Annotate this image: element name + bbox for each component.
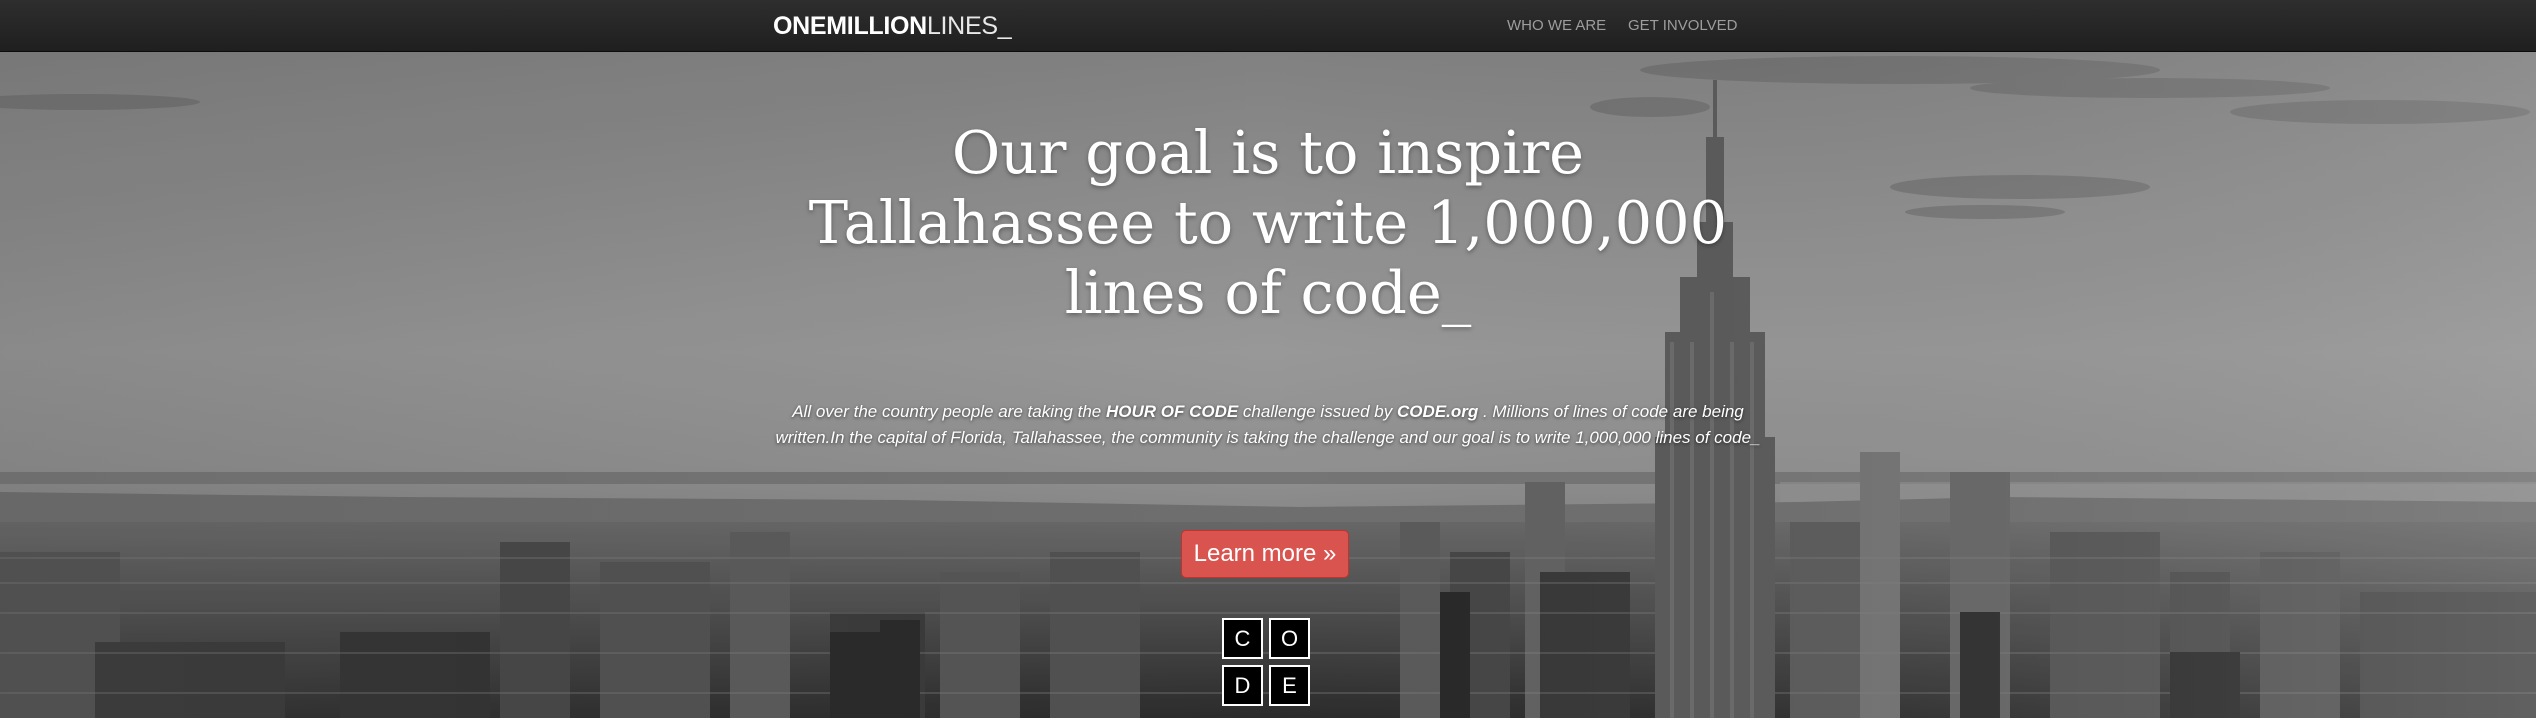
brand-bold-text: ONEMILLION bbox=[773, 12, 927, 40]
intro-text: All over the country people are taking t… bbox=[792, 402, 1106, 421]
headline-line: Our goal is to inspire bbox=[951, 118, 1585, 187]
headline-line: lines of code_ bbox=[1064, 258, 1472, 327]
code-logo-tile: C bbox=[1222, 618, 1263, 659]
nav-link-get-involved[interactable]: GET INVOLVED bbox=[1628, 17, 1737, 35]
code-logo-tile: D bbox=[1222, 665, 1263, 706]
code-logo-tile: E bbox=[1269, 665, 1310, 706]
hero-headline: Our goal is to inspire Tallahassee to wr… bbox=[768, 118, 1768, 328]
intro-text: challenge issued by bbox=[1238, 402, 1397, 421]
hero-intro-paragraph: All over the country people are taking t… bbox=[768, 399, 1768, 451]
code-org-logo[interactable]: C O D E bbox=[1222, 618, 1310, 706]
brand-thin-text: LINES_ bbox=[926, 12, 1012, 40]
nav-link-who-we-are[interactable]: WHO WE ARE bbox=[1507, 17, 1606, 35]
brand-logo-link[interactable]: ONEMILLIONLINES_ bbox=[773, 12, 1012, 40]
code-org-emphasis: CODE.org bbox=[1396, 402, 1479, 421]
learn-more-button[interactable]: Learn more » bbox=[1181, 530, 1349, 578]
headline-line: Tallahassee to write 1,000,000 bbox=[808, 188, 1728, 257]
hero-section: Our goal is to inspire Tallahassee to wr… bbox=[0, 52, 2536, 718]
hour-of-code-emphasis: HOUR OF CODE bbox=[1105, 402, 1239, 421]
top-navbar: ONEMILLIONLINES_ WHO WE ARE GET INVOLVED bbox=[0, 0, 2536, 52]
code-logo-tile: O bbox=[1269, 618, 1310, 659]
